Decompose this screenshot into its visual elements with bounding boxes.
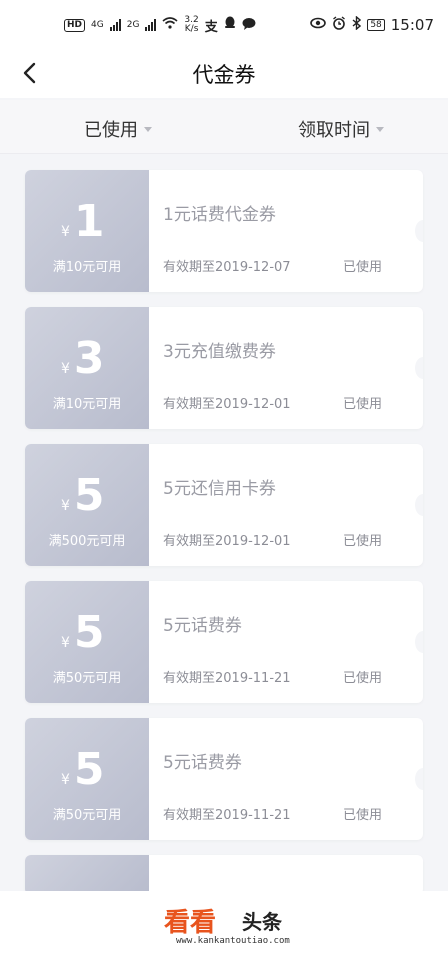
network-4g-label: 4G [91,19,104,30]
coupon-status: 已使用 [343,397,383,412]
coupon-amount: ¥ 3 [61,337,105,381]
coupon-condition: 满10元可用 [52,397,122,412]
coupon-notch [415,631,423,653]
coupon-condition: 满50元可用 [52,808,122,823]
currency-symbol: ¥ [61,772,70,788]
message-icon [242,17,256,34]
network-2g: 2G [126,19,140,30]
battery-icon: 58 [367,19,385,31]
coupon-card[interactable]: ¥ 5 满50元可用 5元话费券 有效期至2019-11-21 已使用 [25,581,423,703]
amount-value: 5 [73,470,105,521]
chevron-left-icon [23,62,36,84]
coupon-value-panel: ¥ 1 满10元可用 [25,170,153,292]
filter-time-dropdown[interactable]: 领取时间 [298,116,384,142]
currency-symbol: ¥ [61,361,70,377]
signal-icon [109,19,121,31]
coupon-amount: ¥ 5 [61,611,105,655]
coupon-value-panel: ¥ 5 满50元可用 [25,718,153,840]
coupon-name: 5元还信用卡券 [163,479,276,499]
coupon-value-panel: ¥ 5 满50元可用 [25,581,153,703]
coupon-card[interactable]: ¥ 5 满500元可用 5元还信用卡券 有效期至2019-12-01 已使用 [25,444,423,566]
currency-symbol: ¥ [61,224,70,240]
filter-time-label: 领取时间 [298,120,370,141]
coupon-value-panel: ¥ 5 满500元可用 [25,444,153,566]
coupon-name: 3元充值缴费券 [163,342,276,362]
watermark-brand-b: 头条 [242,909,282,934]
coupon-card-partial[interactable] [25,855,423,895]
clock: 15:07 [390,16,434,34]
currency-symbol: ¥ [61,635,70,651]
coupon-card[interactable]: ¥ 5 满50元可用 5元话费券 有效期至2019-11-21 已使用 [25,718,423,840]
signal-icon-2 [145,19,157,31]
eye-icon [310,17,327,33]
coupon-card[interactable]: ¥ 1 满10元可用 1元话费代金券 有效期至2019-12-07 已使用 [25,170,423,292]
qq-icon [224,16,236,34]
coupon-name: 5元话费券 [163,753,242,773]
network-2g-label: 2G [126,19,140,30]
coupon-status: 已使用 [343,671,383,686]
coupon-notch [415,357,423,379]
coupon-name: 1元话费代金券 [163,205,276,225]
filter-bar: 已使用 领取时间 [0,100,448,154]
filter-status-dropdown[interactable]: 已使用 [84,116,152,142]
hd-badge: HD [64,18,86,32]
coupon-expiry: 有效期至2019-12-07 [163,260,291,275]
amount-value: 3 [73,333,105,384]
caret-down-icon [144,126,152,132]
net-speed-unit: K/s [184,24,199,34]
coupon-value-panel [25,855,153,895]
nav-header: 代金券 [0,50,448,98]
watermark-brand-a: 看看 [164,907,217,938]
page-title: 代金券 [192,63,256,87]
coupon-amount: ¥ 5 [61,748,105,792]
coupon-value-panel: ¥ 3 满10元可用 [25,307,153,429]
net-speed: 3.2 K/s [184,16,198,34]
alipay-icon: 支 [204,19,218,35]
coupon-notch [415,220,423,242]
coupon-amount: ¥ 1 [61,200,105,244]
amount-value: 5 [73,744,105,795]
coupon-amount: ¥ 5 [61,474,105,518]
back-button[interactable] [14,58,44,88]
coupon-condition: 满500元可用 [48,534,126,549]
currency-symbol: ¥ [61,498,70,514]
watermark-logo: 看看 头条 www.kankantoutiao.com [164,900,344,950]
status-right: 58 15:07 [310,15,434,34]
coupon-status: 已使用 [343,808,383,823]
amount-value: 5 [73,607,105,658]
watermark-url: www.kankantoutiao.com [176,935,290,946]
status-bar: HD 4G 2G 3.2 K/s 支 58 15:07 [0,0,448,50]
coupon-condition: 满10元可用 [52,260,122,275]
coupon-notch [415,494,423,516]
network-4g: 4G [91,19,104,30]
alarm-icon [332,16,346,34]
caret-down-icon [376,126,384,132]
coupon-expiry: 有效期至2019-11-21 [163,671,291,686]
wifi-icon [162,17,178,33]
coupon-name: 5元话费券 [163,616,242,636]
amount-value: 1 [73,196,105,247]
coupon-notch [415,768,423,790]
coupon-condition: 满50元可用 [52,671,122,686]
coupon-expiry: 有效期至2019-12-01 [163,397,291,412]
coupon-card[interactable]: ¥ 3 满10元可用 3元充值缴费券 有效期至2019-12-01 已使用 [25,307,423,429]
bluetooth-icon [352,15,362,34]
coupon-status: 已使用 [343,260,383,275]
coupon-status: 已使用 [343,534,383,549]
coupon-expiry: 有效期至2019-11-21 [163,808,291,823]
status-left: HD 4G 2G 3.2 K/s 支 [64,16,256,35]
filter-status-label: 已使用 [84,120,138,141]
watermark-bar: 看看 头条 www.kankantoutiao.com [0,891,448,958]
coupon-expiry: 有效期至2019-12-01 [163,534,291,549]
